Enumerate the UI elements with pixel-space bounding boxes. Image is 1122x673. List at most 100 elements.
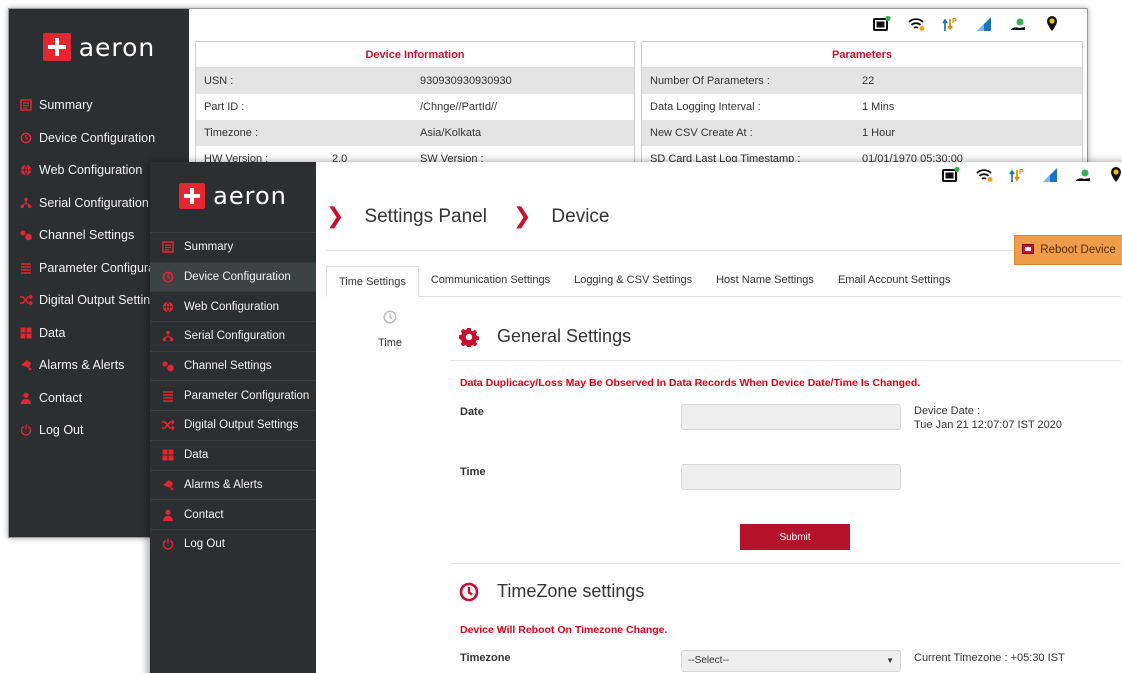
- sidebar-item-label: Channel Settings: [39, 228, 135, 243]
- battery-icon[interactable]: [940, 164, 962, 186]
- device-date-value: Tue Jan 21 12:07:07 IST 2020: [914, 419, 1063, 431]
- sidebar-item-alarms-alerts[interactable]: Alarms & Alerts: [150, 469, 316, 500]
- serial-icon: [156, 330, 180, 342]
- logo-text: aeron: [78, 32, 156, 62]
- submit-button[interactable]: Submit: [740, 524, 850, 550]
- clock-icon: [459, 582, 479, 602]
- sidebar-item-label: Summary: [39, 98, 93, 113]
- sidebar-item-label: Alarms & Alerts: [39, 358, 125, 373]
- front-sidebar: aeron Summary Device Configuration Web Con…: [150, 162, 316, 673]
- settings-tabs: Time Settings Communication Settings Loggi…: [326, 266, 1121, 297]
- date-change-warning: Data Duplicacy/Loss May Be Observed In D…: [460, 377, 921, 389]
- sidebar-item-label: Digital Output Settings: [184, 419, 299, 432]
- serial-icon: [13, 197, 39, 209]
- device-information-panel: Device Information USN : 930930930930930…: [195, 41, 635, 171]
- sidebar-item-label: Data: [39, 325, 66, 340]
- breadcrumb-device: Device: [551, 205, 610, 227]
- grid-icon: [156, 449, 180, 461]
- date-input[interactable]: [681, 404, 901, 430]
- sidebar-item-serial-configuration[interactable]: Serial Configuration: [150, 321, 316, 351]
- grid-icon: [13, 327, 39, 339]
- row-value: 1 Mins: [862, 101, 895, 113]
- battery-icon[interactable]: [871, 13, 893, 35]
- clock-icon: [365, 310, 415, 327]
- timezone-warning: Device Will Reboot On Timezone Change.: [460, 624, 668, 636]
- chevron-right-icon: ❯: [326, 204, 345, 229]
- sidebar-item-label: Contact: [39, 390, 83, 405]
- sidebar-item-label: Web Configuration: [39, 163, 143, 178]
- logo-text: aeron: [213, 182, 287, 210]
- tab-email-account-settings[interactable]: Email Account Settings: [826, 265, 963, 296]
- sidebar-item-log-out[interactable]: Log Out: [150, 528, 316, 559]
- sidebar-item-device-configuration[interactable]: Device Configuration: [9, 122, 189, 155]
- table-row: Part ID : /Chnge//PartId//: [196, 94, 634, 120]
- shuffle-icon: [156, 419, 180, 431]
- cellular-signal-icon[interactable]: [973, 13, 995, 35]
- cloud-hand-icon[interactable]: [1072, 164, 1094, 186]
- sidebar-item-digital-output-settings[interactable]: Digital Output Settings: [150, 410, 316, 440]
- row-value: /Chnge//PartId//: [420, 101, 498, 113]
- sidebar-item-label: Device Configuration: [184, 271, 291, 284]
- tab-host-name-settings[interactable]: Host Name Settings: [704, 265, 826, 296]
- tab-communication-settings[interactable]: Communication Settings: [419, 265, 562, 296]
- signal-arrows-icon[interactable]: P: [1006, 164, 1028, 186]
- subnav-time[interactable]: Time: [365, 310, 415, 349]
- tab-logging-csv-settings[interactable]: Logging & CSV Settings: [562, 265, 704, 296]
- sidebar-item-label: Digital Output Settings: [39, 293, 164, 308]
- table-row: USN : 930930930930930: [196, 68, 634, 94]
- sidebar-item-device-configuration[interactable]: Device Configuration: [150, 261, 316, 292]
- row-key: New CSV Create At :: [650, 127, 753, 139]
- list-icon: [13, 262, 39, 274]
- bell-icon: [13, 359, 39, 371]
- sidebar-item-label: Serial Configuration: [184, 330, 286, 343]
- sidebar-item-label: Summary: [184, 241, 234, 254]
- cellular-signal-icon[interactable]: [1039, 164, 1061, 186]
- sidebar-item-label: Parameter Configuration: [184, 389, 310, 402]
- timezone-select[interactable]: --Select-- ▼: [681, 650, 901, 672]
- svg-text:P: P: [952, 18, 957, 25]
- sidebar-item-parameter-configuration[interactable]: Parameter Configuration: [150, 380, 316, 410]
- screenshot-stage: aeron Summary Device Configuration Web Con…: [0, 0, 1122, 673]
- row-value: 1 Hour: [862, 127, 896, 139]
- wifi-icon[interactable]: [973, 164, 995, 186]
- timezone-settings-heading: TimeZone settings: [459, 581, 644, 602]
- sidebar-item-label: Data: [184, 449, 209, 462]
- panel-title: Device Information: [196, 42, 634, 68]
- table-row: Number Of Parameters : 22: [642, 68, 1082, 94]
- signal-arrows-icon[interactable]: P: [939, 13, 961, 35]
- sidebar-item-data[interactable]: Data: [150, 439, 316, 470]
- sidebar-item-web-configuration[interactable]: Web Configuration: [150, 291, 316, 321]
- sidebar-item-label: Serial Configuration: [39, 195, 149, 210]
- location-pin-icon[interactable]: [1105, 164, 1122, 186]
- summary-icon: [156, 241, 180, 254]
- wifi-icon[interactable]: [905, 13, 927, 35]
- sidebar-item-channel-settings[interactable]: Channel Settings: [150, 350, 316, 381]
- front-status-icons: P: [940, 164, 1122, 186]
- channel-icon: [13, 229, 39, 241]
- location-pin-icon[interactable]: [1041, 13, 1063, 35]
- cloud-hand-icon[interactable]: [1007, 13, 1029, 35]
- sidebar-item-contact[interactable]: Contact: [150, 499, 316, 529]
- reboot-device-button[interactable]: Reboot Device: [1014, 235, 1122, 265]
- caret-down-icon: ▼: [886, 656, 894, 665]
- row-key: USN :: [204, 75, 234, 87]
- device-date-label: Device Date :: [914, 405, 981, 417]
- section-title: General Settings: [497, 326, 632, 346]
- breadcrumb-settings-panel[interactable]: Settings Panel: [364, 206, 487, 228]
- tab-time-settings[interactable]: Time Settings: [326, 266, 419, 297]
- sidebar-item-label: Web Configuration: [184, 300, 280, 313]
- device-config-icon: [13, 132, 39, 144]
- subnav-label: Time: [377, 337, 403, 349]
- section-title: TimeZone settings: [497, 581, 645, 601]
- sidebar-item-label: Log Out: [184, 538, 225, 551]
- device-date-readout: Device Date : Tue Jan 21 12:07:07 IST 20…: [914, 404, 1062, 432]
- sidebar-item-summary[interactable]: Summary: [9, 89, 189, 122]
- back-logo[interactable]: aeron: [9, 9, 189, 85]
- sidebar-item-label: Channel Settings: [184, 360, 272, 373]
- time-input[interactable]: [681, 464, 901, 490]
- front-nav: Summary Device Configuration Web Configura…: [150, 232, 316, 559]
- front-logo[interactable]: aeron: [150, 162, 316, 230]
- row-key: Timezone :: [204, 127, 259, 139]
- person-icon: [13, 392, 39, 404]
- sidebar-item-summary[interactable]: Summary: [150, 232, 316, 262]
